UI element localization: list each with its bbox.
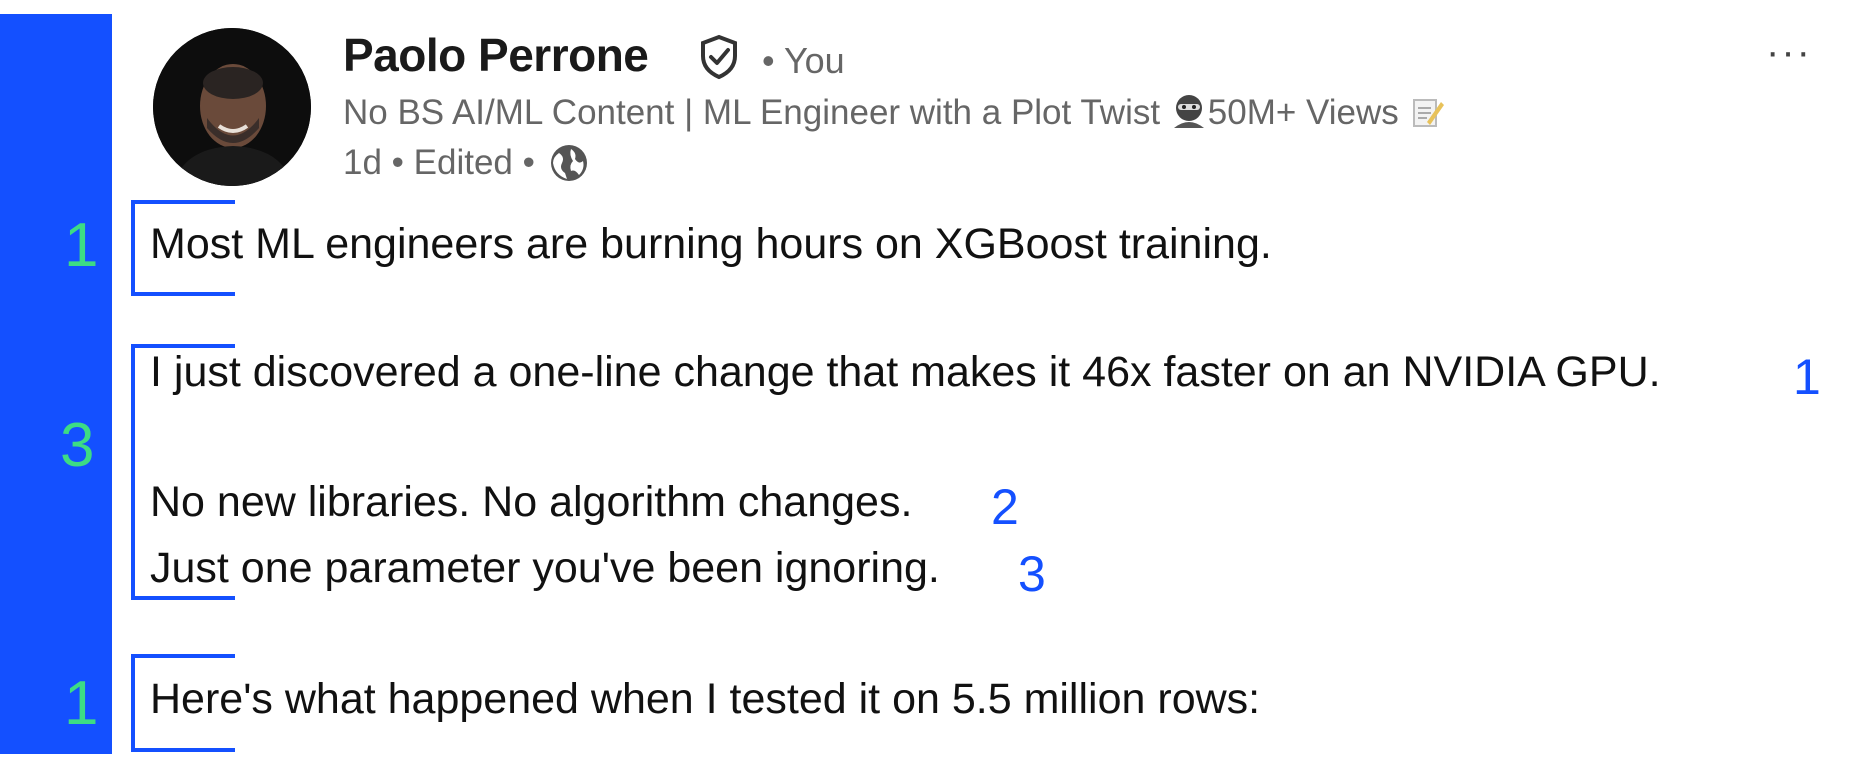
post-line: Here's what happened when I tested it on… [150, 675, 1261, 723]
annotation-sidebar [0, 14, 112, 754]
relation-label: • You [762, 40, 845, 81]
line-number: 3 [1018, 546, 1046, 602]
post-line: I just discovered a one-line change that… [150, 348, 1661, 396]
avatar[interactable] [153, 28, 311, 186]
post-line: Most ML engineers are burning hours on X… [150, 220, 1272, 268]
author-name[interactable]: Paolo Perrone [343, 28, 649, 82]
more-options-icon[interactable]: ··· [1766, 30, 1812, 75]
headline-text: No BS AI/ML Content | ML Engineer with a… [343, 93, 1170, 132]
line-number: 2 [991, 479, 1019, 535]
line-number: 1 [1793, 349, 1821, 405]
globe-icon [549, 143, 589, 192]
group-count: 1 [64, 211, 99, 280]
post-line: Just one parameter you've been ignoring. [150, 544, 940, 592]
ninja-emoji-icon [1170, 92, 1208, 139]
group-count: 1 [64, 669, 99, 738]
post-meta: 1d • Edited • [343, 143, 589, 192]
post-line: No new libraries. No algorithm changes. [150, 478, 913, 526]
post-meta-text: 1d • Edited • [343, 143, 535, 182]
memo-emoji-icon [1409, 94, 1445, 139]
verified-icon [701, 34, 737, 80]
group-count: 3 [60, 411, 95, 480]
headline-views: 50M+ Views [1207, 93, 1409, 132]
author-headline: No BS AI/ML Content | ML Engineer with a… [343, 92, 1445, 139]
